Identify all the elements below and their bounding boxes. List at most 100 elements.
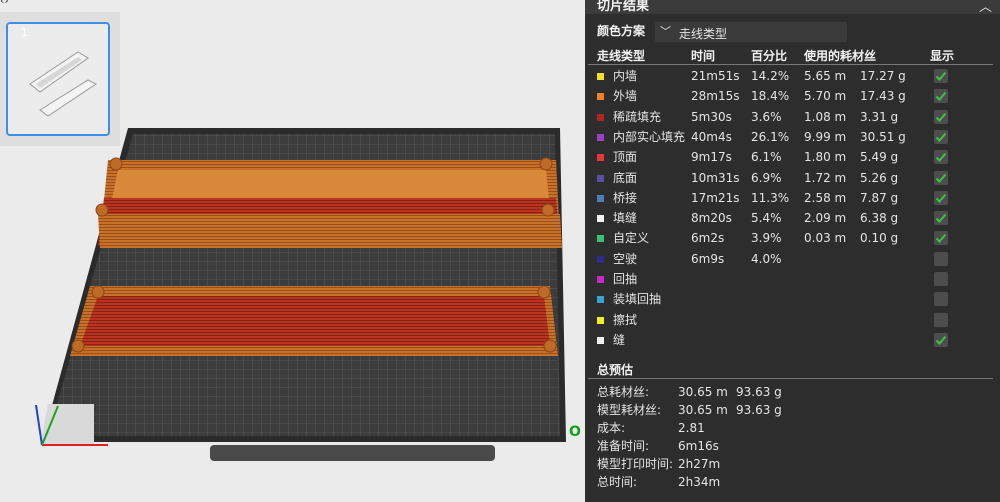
feature-length: 2.58 m <box>804 190 847 205</box>
axis-origin-label: O <box>569 424 581 440</box>
summary-total-filament: 总耗材丝: 30.65 m 93.63 g <box>585 385 1000 403</box>
color-swatch <box>597 215 604 223</box>
table-row: 擦拭 <box>585 312 1000 332</box>
feature-percent: 4.0% <box>751 251 782 266</box>
show-checkbox[interactable] <box>934 292 948 307</box>
model-tray-back[interactable] <box>95 157 562 248</box>
feature-name: 填缝 <box>613 211 638 226</box>
feature-time: 6m9s <box>691 251 725 266</box>
color-swatch <box>597 154 604 162</box>
summary-weight: 93.63 g <box>736 403 782 417</box>
summary-label: 总耗材丝: <box>597 385 650 399</box>
show-checkbox[interactable] <box>934 332 948 347</box>
slice-results-panel: 切片结果 ︿ 颜色方案 ﹀ 走线类型 走线类型 时间 百分比 使用的耗材丝 显示… <box>585 0 1000 502</box>
feature-time: 9m17s <box>691 150 732 165</box>
color-swatch <box>597 336 604 344</box>
show-checkbox[interactable] <box>934 231 948 246</box>
checkmark-icon <box>935 213 947 224</box>
show-checkbox[interactable] <box>934 251 948 266</box>
feature-name: 外墙 <box>613 89 638 104</box>
summary-weight: 93.63 g <box>736 385 782 399</box>
checkmark-icon <box>935 71 947 81</box>
panel-header[interactable]: 切片结果 ︿ <box>585 0 1000 15</box>
summary-model-print-time: 模型打印时间: 2h27m <box>585 457 1000 475</box>
show-checkbox[interactable] <box>934 211 948 226</box>
summary-label: 模型耗材丝: <box>597 403 662 417</box>
summary-total-time: 总时间: 2h34m <box>585 475 1000 493</box>
feature-length: 1.08 m <box>804 109 847 124</box>
plate-corner-marker <box>40 404 94 446</box>
color-swatch <box>597 296 604 304</box>
plate-label-bar <box>210 445 495 461</box>
show-checkbox[interactable] <box>934 170 948 185</box>
column-header-filament: 使用的耗材丝 <box>804 49 877 63</box>
show-checkbox[interactable] <box>934 312 948 327</box>
summary-length: 30.65 m <box>678 403 728 417</box>
column-header-time: 时间 <box>691 49 716 63</box>
feature-name: 缝 <box>613 332 626 347</box>
summary-label: 成本: <box>597 421 626 435</box>
color-scheme-dropdown[interactable]: ﹀ 走线类型 <box>655 22 847 42</box>
3d-viewport[interactable]: ‹› 1 O <box>0 0 585 502</box>
show-checkbox[interactable] <box>934 272 948 286</box>
summary-model-filament: 模型耗材丝: 30.65 m 93.63 g <box>585 403 1000 421</box>
summary-prep-time: 准备时间: 6m16s <box>585 439 1000 457</box>
show-checkbox[interactable] <box>934 89 948 104</box>
color-swatch <box>597 276 604 283</box>
feature-time: 28m15s <box>691 89 740 104</box>
checkmark-icon <box>935 153 947 163</box>
feature-percent: 11.3% <box>751 190 790 205</box>
table-row: 填缝 8m20s 5.4% 2.09 m 6.38 g <box>585 210 1000 230</box>
plate-preview-icon <box>29 51 97 117</box>
feature-percent: 3.9% <box>751 231 782 246</box>
collapse-icon[interactable]: ︿ <box>979 0 992 15</box>
feature-name: 内部实心填充 <box>613 129 686 144</box>
summary-length: 30.65 m <box>678 385 728 399</box>
feature-percent: 3.6% <box>751 109 782 124</box>
feature-name: 自定义 <box>613 231 650 246</box>
feature-time: 10m31s <box>691 170 740 185</box>
column-header-percent: 百分比 <box>751 49 788 63</box>
checkmark-icon <box>935 92 947 102</box>
feature-percent: 18.4% <box>751 89 790 104</box>
feature-name: 稀疏填充 <box>613 109 662 124</box>
feature-weight: 3.31 g <box>860 109 899 124</box>
show-checkbox[interactable] <box>934 150 948 165</box>
color-swatch <box>597 73 604 80</box>
checkmark-icon <box>935 193 947 203</box>
color-swatch <box>597 255 604 263</box>
color-swatch <box>597 174 604 182</box>
feature-percent: 5.4% <box>751 211 782 226</box>
show-checkbox[interactable] <box>934 109 948 124</box>
color-scheme-value: 走线类型 <box>679 27 728 41</box>
chevron-down-icon: ﹀ <box>660 25 671 38</box>
show-checkbox[interactable] <box>934 129 948 144</box>
checkmark-icon <box>935 173 947 183</box>
plate-thumbnail[interactable]: 1 <box>6 22 110 136</box>
feature-time: 40m4s <box>691 129 732 144</box>
feature-percent: 6.1% <box>751 150 782 165</box>
feature-weight: 17.43 g <box>860 89 906 104</box>
feature-weight: 7.87 g <box>860 190 899 205</box>
show-checkbox[interactable] <box>934 69 948 83</box>
table-row: 回抽 <box>585 271 1000 291</box>
table-row: 内墙 21m51s 14.2% 5.65 m 17.27 g <box>585 68 1000 88</box>
feature-length: 1.80 m <box>804 150 847 165</box>
show-checkbox[interactable] <box>934 190 948 205</box>
feature-name: 回抽 <box>613 272 638 286</box>
summary-value: 2h27m <box>678 457 721 471</box>
plate-thumbnail-panel: 1 <box>0 12 120 146</box>
color-swatch <box>597 133 604 141</box>
table-row: 稀疏填充 5m30s 3.6% 1.08 m 3.31 g <box>585 109 1000 129</box>
feature-time: 21m51s <box>691 69 740 83</box>
feature-weight: 30.51 g <box>860 129 906 144</box>
model-tray-front[interactable] <box>70 285 558 356</box>
checkmark-icon <box>935 335 947 345</box>
feature-weight: 5.49 g <box>860 150 899 165</box>
feature-name: 空驶 <box>613 251 638 266</box>
feature-name: 底面 <box>613 170 638 185</box>
table-row: 顶面 9m17s 6.1% 1.80 m 5.49 g <box>585 149 1000 169</box>
plate-number: 1 <box>21 26 28 39</box>
feature-length: 5.70 m <box>804 89 847 104</box>
checkmark-icon <box>935 234 947 244</box>
